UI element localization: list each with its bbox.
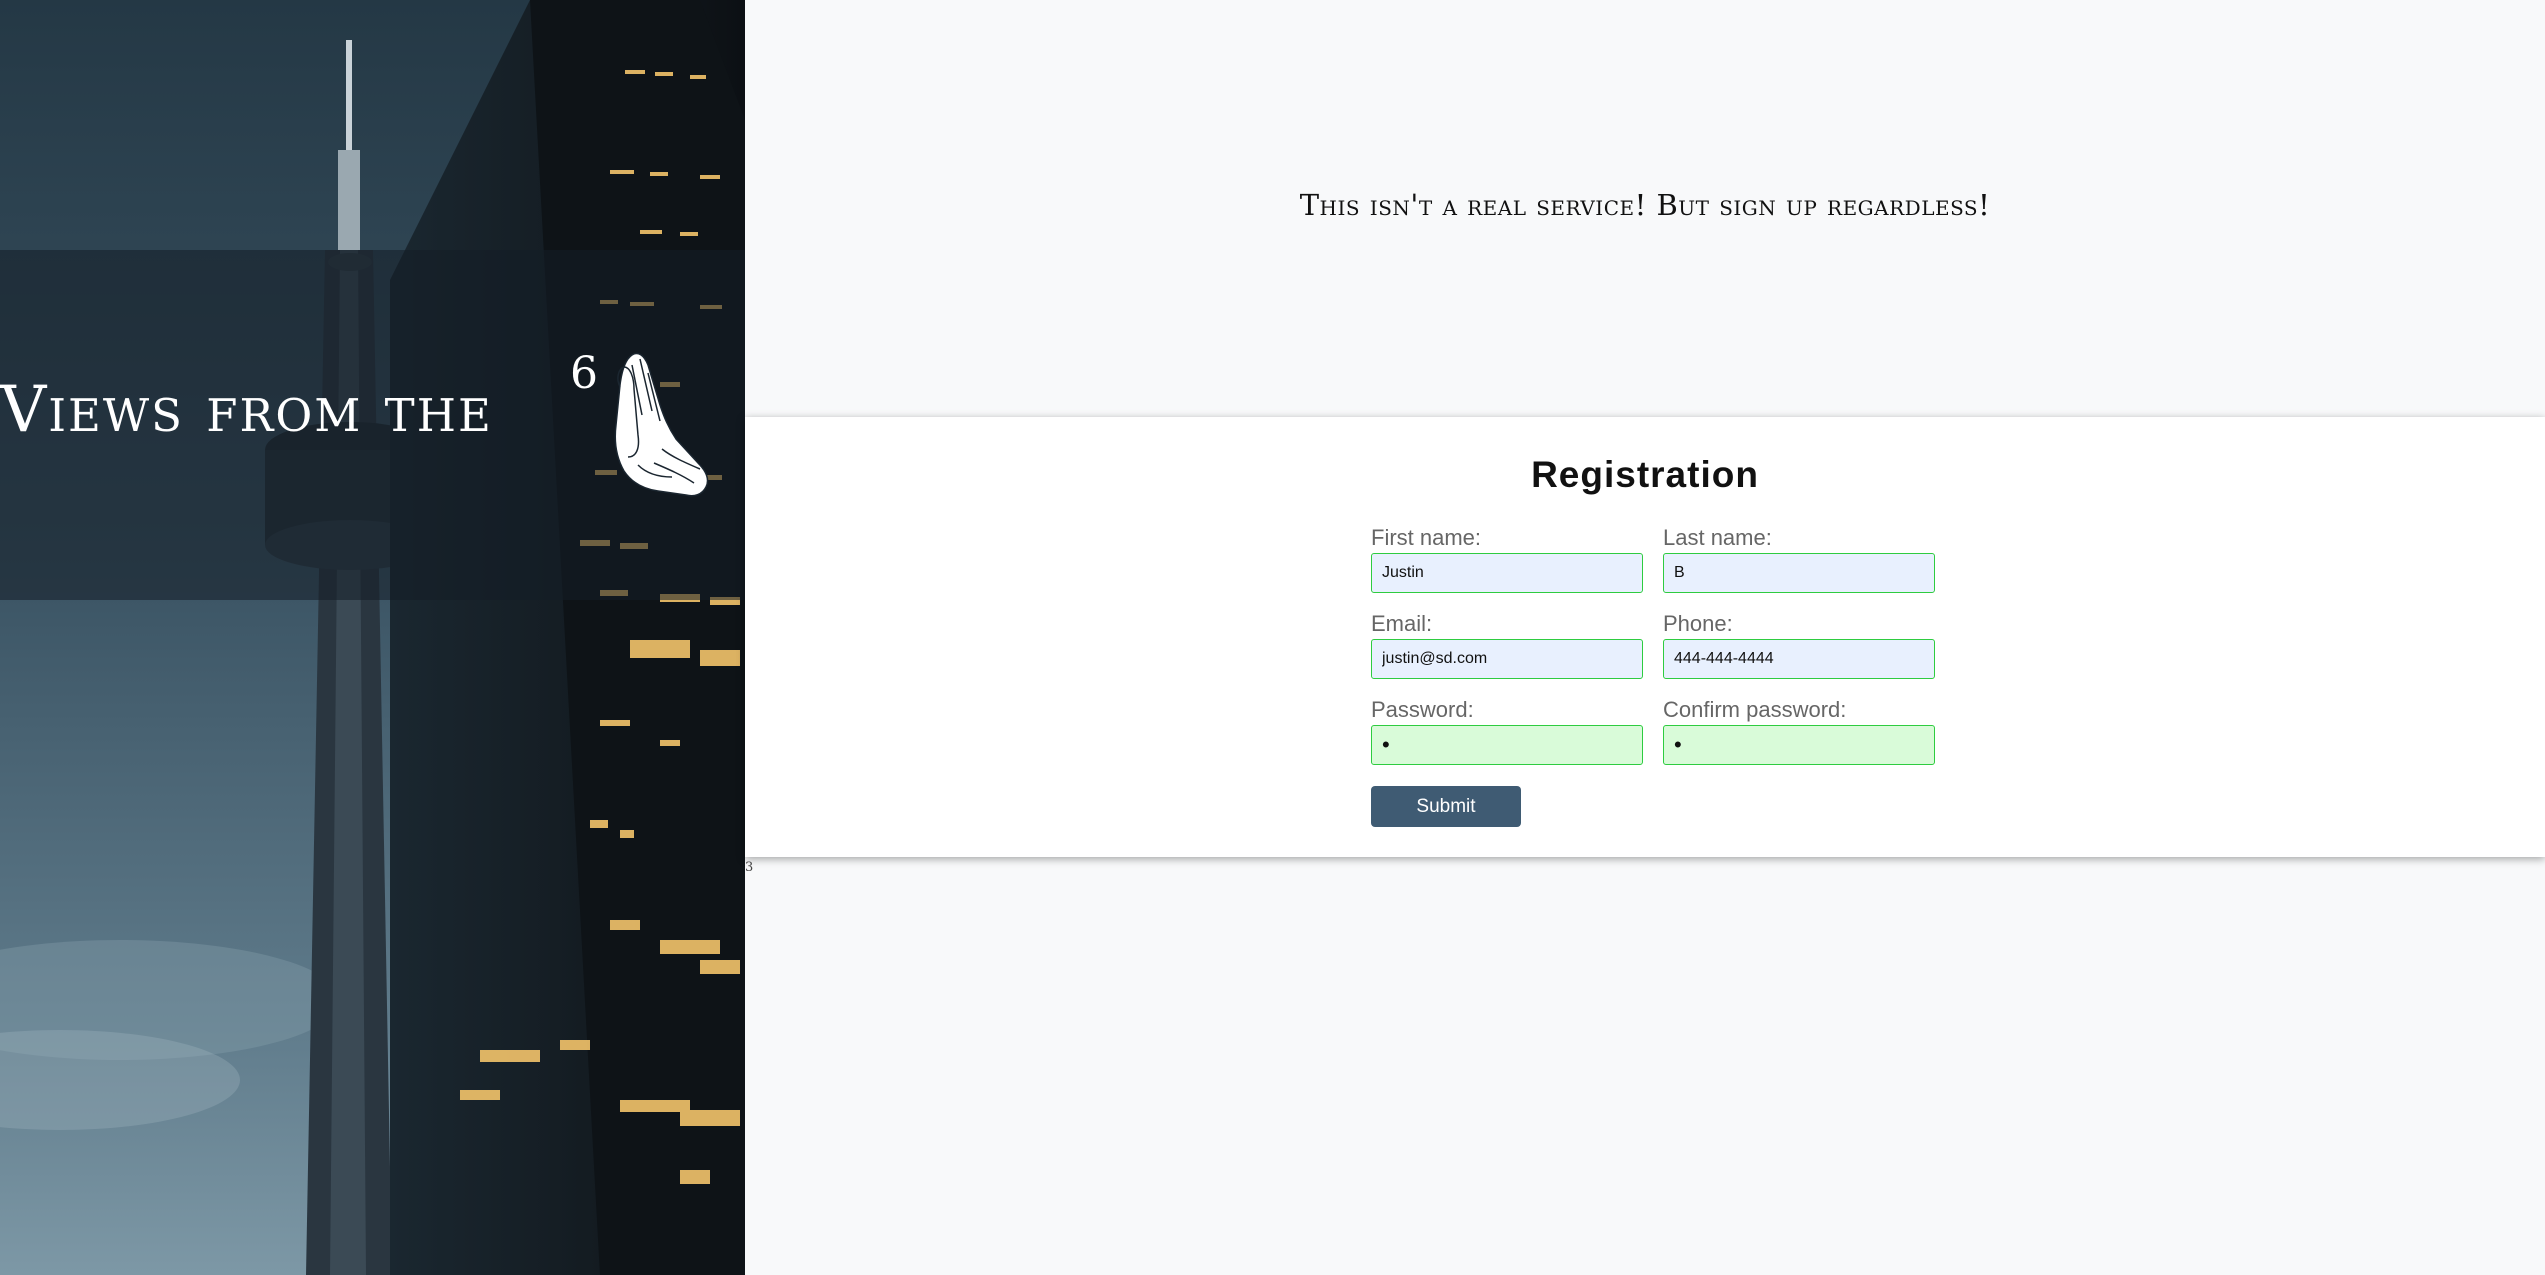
password-field-group: Password: [1371,699,1643,765]
last-name-label: Last name: [1663,525,1772,550]
footnote-text: 3 [745,860,754,875]
form-title: Registration [1531,454,1759,495]
phone-field-group: Phone: [1663,613,1935,679]
praying-hands-icon [614,352,709,497]
first-name-field-group: First name: [1371,527,1643,593]
phone-input[interactable] [1663,639,1935,679]
first-name-input[interactable] [1371,553,1643,593]
confirm-password-field-group: Confirm password: [1663,699,1935,765]
phone-label: Phone: [1663,611,1733,636]
registration-form: Registration First name: Last name: Emai… [745,417,2545,857]
hero-superscript: 6 [570,348,598,399]
tagline-heading: This isn't a real service! But sign up r… [1299,188,1991,222]
last-name-input[interactable] [1663,553,1935,593]
confirm-password-label: Confirm password: [1663,697,1847,722]
email-field-group: Email: [1371,613,1643,679]
city-skyline-background [0,0,745,1275]
email-input[interactable] [1371,639,1643,679]
last-name-field-group: Last name: [1663,527,1935,593]
email-label: Email: [1371,611,1433,636]
first-name-label: First name: [1371,525,1482,550]
password-input[interactable] [1371,725,1643,765]
submit-button[interactable]: Submit [1371,786,1521,827]
password-label: Password: [1371,697,1474,722]
confirm-password-input[interactable] [1663,725,1935,765]
hero-title: Views from the [0,373,493,447]
hero-image-panel: Views from the 6 [0,0,745,1275]
